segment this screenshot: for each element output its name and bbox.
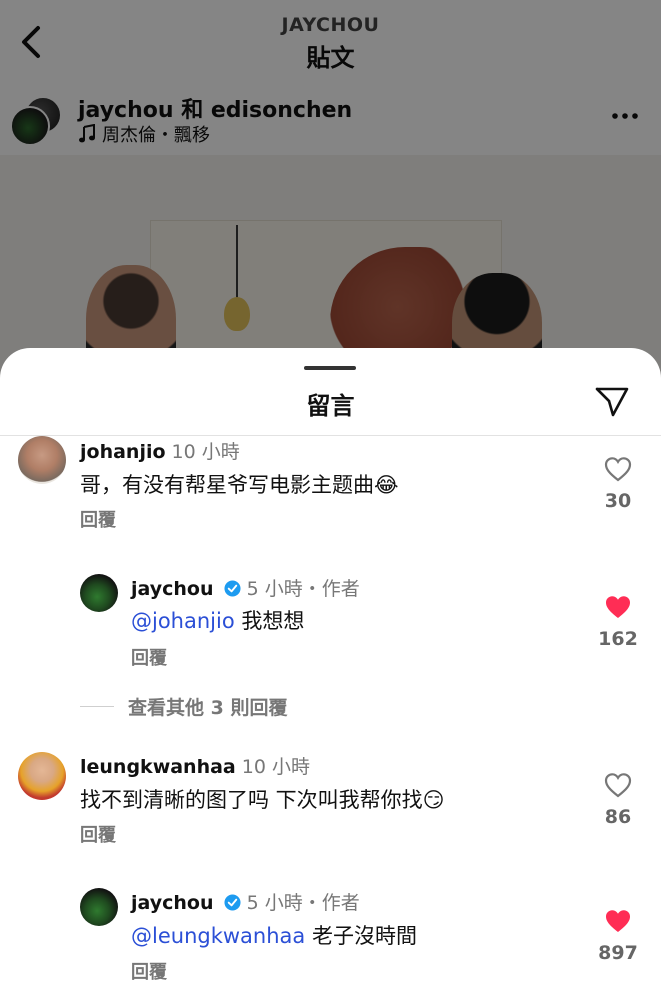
comment-meta: jaychou 5 小時・作者: [131, 888, 360, 915]
comment-text: @leungkwanhaa 老子沒時間: [131, 920, 417, 950]
comment-time: 10 小時: [171, 441, 240, 463]
share-send-icon[interactable]: [594, 386, 630, 418]
like-control[interactable]: 897: [598, 908, 638, 964]
comment-username[interactable]: leungkwanhaa: [80, 756, 236, 778]
comment-time: 10 小時: [241, 756, 310, 778]
comment-username[interactable]: jaychou: [131, 892, 214, 914]
like-control[interactable]: 30: [598, 456, 638, 512]
reply-button[interactable]: 回覆: [131, 644, 167, 670]
comment-text: 哥，有没有帮星爷写电影主题曲😂: [80, 473, 399, 497]
comment-meta: leungkwanhaa 10 小時: [80, 752, 310, 779]
sheet-divider: [0, 435, 661, 436]
reply-button[interactable]: 回覆: [131, 958, 167, 984]
sheet-grabber[interactable]: [304, 366, 356, 370]
comments-sheet: 留言 johanjio 10 小時 哥，有没有帮星爷写电影主题曲😂 回覆 30 j…: [0, 348, 661, 993]
comment-body: 我想想: [234, 609, 305, 633]
comment-meta: jaychou 5 小時・作者: [131, 574, 360, 601]
avatar[interactable]: [80, 574, 118, 612]
mention-link[interactable]: @johanjio: [131, 609, 235, 633]
avatar[interactable]: [18, 436, 66, 484]
comment-meta: johanjio 10 小時: [80, 437, 240, 464]
like-control[interactable]: 86: [598, 772, 638, 828]
view-more-replies[interactable]: 查看其他 3 則回覆: [80, 693, 287, 720]
like-control[interactable]: 162: [598, 594, 638, 650]
divider-line: [80, 706, 114, 707]
avatar[interactable]: [18, 752, 66, 800]
reply-button[interactable]: 回覆: [80, 506, 116, 532]
verified-badge-icon: [224, 580, 241, 597]
like-count: 86: [604, 806, 632, 828]
comment-time: 5 小時・作者: [246, 578, 360, 600]
like-count: 30: [604, 490, 632, 512]
reply-button[interactable]: 回覆: [80, 821, 116, 847]
heart-filled-icon[interactable]: [604, 908, 632, 934]
heart-outline-icon[interactable]: [604, 772, 632, 798]
sheet-title: 留言: [306, 392, 355, 420]
heart-outline-icon[interactable]: [604, 456, 632, 482]
screen: JAYCHOU 貼文 jaychou 和 edisonchen 周杰倫・飄移 留…: [0, 0, 661, 993]
mention-link[interactable]: @leungkwanhaa: [131, 924, 305, 948]
verified-badge-icon: [224, 894, 241, 911]
like-count: 897: [598, 942, 638, 964]
avatar[interactable]: [80, 888, 118, 926]
heart-filled-icon[interactable]: [604, 594, 632, 620]
like-count: 162: [598, 628, 638, 650]
comment-text: 找不到清晰的图了吗 下次叫我帮你找😏: [80, 788, 445, 812]
comment-text: @johanjio 我想想: [131, 605, 304, 635]
comment-username[interactable]: johanjio: [80, 441, 166, 463]
comment-username[interactable]: jaychou: [131, 578, 214, 600]
comment-time: 5 小時・作者: [246, 892, 360, 914]
view-more-label[interactable]: 查看其他 3 則回覆: [128, 693, 287, 720]
comment-body: 老子沒時間: [305, 924, 417, 948]
